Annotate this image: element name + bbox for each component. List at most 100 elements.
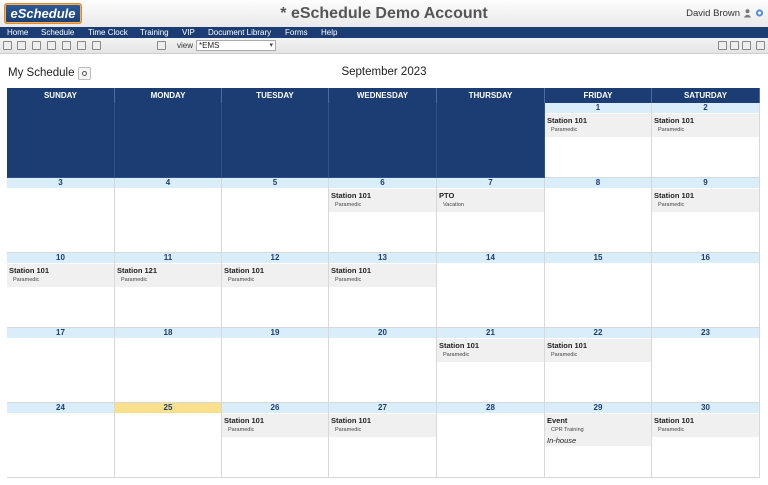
day-number[interactable]: 22 [545,328,651,338]
day-cell[interactable]: 4 [115,178,222,253]
menu-item-vip[interactable]: VIP [182,27,195,38]
day-number[interactable]: 9 [652,178,759,188]
schedule-event[interactable]: Event CPR Training In-house [545,414,651,446]
day-cell[interactable]: 24 [7,403,115,478]
schedule-event[interactable]: Station 101 Paramedic [437,339,544,362]
day-number[interactable]: 19 [222,328,328,338]
day-number[interactable]: 16 [652,253,759,263]
day-number[interactable]: 29 [545,403,651,413]
day-cell[interactable]: 20 [329,328,437,403]
calendar-icon[interactable] [32,41,41,50]
schedule-event[interactable]: Station 101 Paramedic [329,414,436,437]
day-cell[interactable]: 7 PTO Vacation [437,178,545,253]
day-number[interactable]: 25 [115,403,221,413]
day-cell[interactable]: 11 Station 121 Paramedic [115,253,222,328]
schedule-event[interactable]: Station 101 Paramedic [222,414,328,437]
day-number[interactable]: 8 [545,178,651,188]
day-number[interactable]: 12 [222,253,328,263]
note-icon[interactable] [157,41,166,50]
schedule-event[interactable]: Station 101 Paramedic [652,114,759,137]
day-cell[interactable]: 16 [652,253,760,328]
day-number[interactable]: 18 [115,328,221,338]
day-cell[interactable]: 2 Station 101 Paramedic [652,103,760,178]
day-number[interactable]: 24 [7,403,114,413]
day-number[interactable]: 6 [329,178,436,188]
schedule-event[interactable]: Station 101 Paramedic [652,189,759,212]
day-cell[interactable]: 18 [115,328,222,403]
day-cell[interactable]: 22 Station 101 Paramedic [545,328,652,403]
day-cell[interactable]: 6 Station 101 Paramedic [329,178,437,253]
day-cell[interactable]: 29 Event CPR Training In-house [545,403,652,478]
day-cell[interactable]: 17 [7,328,115,403]
day-cell[interactable]: 27 Station 101 Paramedic [329,403,437,478]
calendar-add-icon[interactable] [730,41,739,50]
day-number[interactable]: 28 [437,403,544,413]
day-cell[interactable]: 9 Station 101 Paramedic [652,178,760,253]
day-cell[interactable]: 1 Station 101 Paramedic [545,103,652,178]
day-cell[interactable]: 15 [545,253,652,328]
day-number[interactable]: 10 [7,253,114,263]
menu-item-schedule[interactable]: Schedule [41,27,74,38]
schedule-event[interactable]: Station 101 Paramedic [545,114,651,137]
day-cell[interactable]: 3 [7,178,115,253]
schedule-event[interactable]: Station 101 Paramedic [329,189,436,212]
schedule-event[interactable]: PTO Vacation [437,189,544,212]
day-cell[interactable]: 5 [222,178,329,253]
day-cell[interactable]: 8 [545,178,652,253]
day-cell[interactable]: 19 [222,328,329,403]
back-icon[interactable] [3,41,12,50]
schedule-options-button[interactable] [78,67,91,80]
day-number[interactable]: 27 [329,403,436,413]
day-number[interactable]: 1 [545,103,651,113]
menu-item-help[interactable]: Help [321,27,337,38]
view-select[interactable]: *EMS ▾ [196,40,276,51]
day-cell[interactable]: 23 [652,328,760,403]
day-cell[interactable]: 13 Station 101 Paramedic [329,253,437,328]
menu-item-time-clock[interactable]: Time Clock [88,27,128,38]
day-cell[interactable]: 10 Station 101 Paramedic [7,253,115,328]
schedule-event[interactable]: Station 101 Paramedic [329,264,436,287]
print-icon[interactable] [62,41,71,50]
day-number[interactable]: 15 [545,253,651,263]
day-number[interactable]: 7 [437,178,544,188]
day-number[interactable]: 23 [652,328,759,338]
export-icon[interactable] [718,41,727,50]
day-number[interactable]: 14 [437,253,544,263]
expand-icon[interactable] [756,41,765,50]
day-cell[interactable]: 26 Station 101 Paramedic [222,403,329,478]
day-number[interactable]: 30 [652,403,759,413]
grid-icon[interactable] [47,41,56,50]
day-number[interactable]: 20 [329,328,436,338]
day-cell[interactable]: 25 [115,403,222,478]
user-icon[interactable] [743,8,752,18]
day-cell[interactable]: 30 Station 101 Paramedic [652,403,760,478]
day-cell[interactable]: 21 Station 101 Paramedic [437,328,545,403]
day-number[interactable]: 26 [222,403,328,413]
list-icon[interactable] [92,41,101,50]
menu-item-forms[interactable]: Forms [285,27,308,38]
edit-icon[interactable] [77,41,86,50]
refresh-icon[interactable] [17,41,26,50]
day-number[interactable]: 11 [115,253,221,263]
day-number[interactable]: 17 [7,328,114,338]
day-cell[interactable]: 12 Station 101 Paramedic [222,253,329,328]
menu-item-training[interactable]: Training [140,27,169,38]
day-number[interactable]: 4 [115,178,221,188]
schedule-event[interactable]: Station 101 Paramedic [222,264,328,287]
day-number[interactable]: 2 [652,103,759,113]
day-number[interactable]: 21 [437,328,544,338]
schedule-event[interactable]: Station 101 Paramedic [652,414,759,437]
menu-item-document-library[interactable]: Document Library [208,27,271,38]
day-number[interactable]: 3 [7,178,114,188]
menu-item-home[interactable]: Home [7,27,28,38]
schedule-event[interactable]: Station 101 Paramedic [545,339,651,362]
day-number[interactable]: 5 [222,178,328,188]
user-name[interactable]: David Brown [686,8,740,19]
schedule-event[interactable]: Station 101 Paramedic [7,264,114,287]
day-cell[interactable]: 14 [437,253,545,328]
settings-icon[interactable] [755,8,764,18]
share-icon[interactable] [742,41,751,50]
day-number[interactable]: 13 [329,253,436,263]
day-cell[interactable]: 28 [437,403,545,478]
schedule-event[interactable]: Station 121 Paramedic [115,264,221,287]
